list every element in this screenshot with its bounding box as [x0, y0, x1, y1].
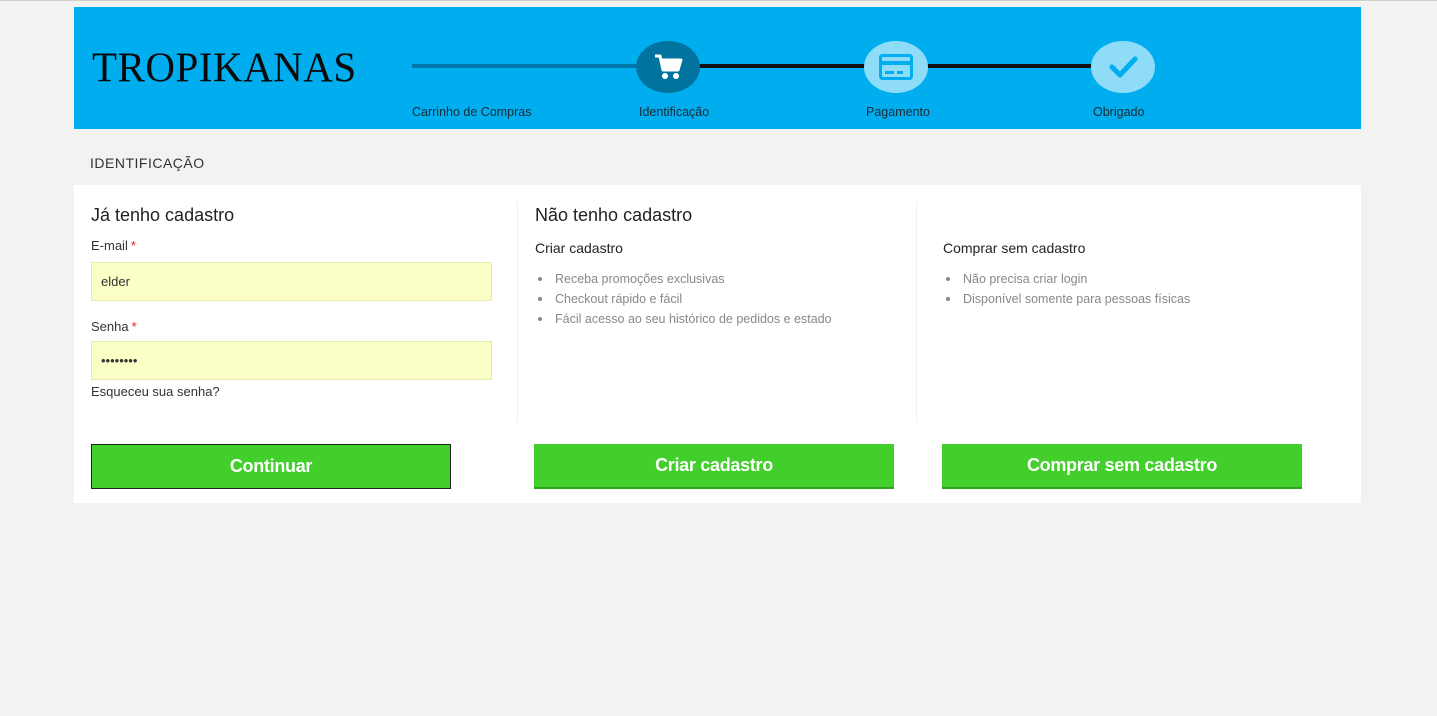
list-item: Receba promoções exclusivas	[535, 269, 832, 289]
step-label-identificacao: Identificação	[639, 105, 710, 119]
password-label-text: Senha	[91, 319, 129, 334]
guest-benefits-list: Não precisa criar login Disponível somen…	[943, 269, 1190, 309]
required-mark: *	[131, 319, 137, 334]
check-icon	[1109, 56, 1138, 78]
guest-checkout-button[interactable]: Comprar sem cadastro	[942, 444, 1302, 489]
password-label: Senha *	[91, 319, 137, 334]
list-item: Fácil acesso ao seu histórico de pedidos…	[535, 309, 832, 329]
email-label-text: E-mail	[91, 238, 128, 253]
create-account-button[interactable]: Criar cadastro	[534, 444, 894, 489]
step-label-pagamento: Pagamento	[866, 105, 930, 119]
required-mark: *	[130, 238, 136, 253]
forgot-password-link[interactable]: Esqueceu sua senha?	[91, 384, 220, 399]
progress-line-pending-1	[696, 64, 868, 68]
credit-card-icon	[879, 54, 913, 80]
progress-line-pending-2	[926, 64, 1096, 68]
step-pagamento-circle	[864, 41, 928, 93]
step-obrigado-circle	[1091, 41, 1155, 93]
register-subtitle: Criar cadastro	[535, 240, 623, 256]
list-item: Não precisa criar login	[943, 269, 1190, 289]
step-identificacao-circle	[636, 41, 700, 93]
column-divider-1	[517, 202, 518, 422]
step-label-carrinho: Carrinho de Compras	[412, 105, 532, 119]
email-field[interactable]	[91, 262, 492, 301]
register-benefits-list: Receba promoções exclusivas Checkout ráp…	[535, 269, 832, 329]
password-field[interactable]	[91, 341, 492, 380]
list-item: Checkout rápido e fácil	[535, 289, 832, 309]
brand-logo[interactable]: TROPIKANAS	[92, 46, 357, 89]
identification-panel: IDENTIFICAÇÃO Já tenho cadastro E-mail * …	[74, 144, 1361, 503]
step-label-obrigado: Obrigado	[1093, 105, 1145, 119]
section-title: IDENTIFICAÇÃO	[74, 144, 1361, 185]
login-title: Já tenho cadastro	[91, 205, 235, 225]
email-label: E-mail *	[91, 238, 136, 253]
cart-icon	[655, 54, 683, 79]
continue-button[interactable]: Continuar	[91, 444, 451, 489]
list-item: Disponível somente para pessoas físicas	[943, 289, 1190, 309]
guest-subtitle: Comprar sem cadastro	[943, 240, 1086, 256]
progress-line-done	[412, 64, 640, 68]
checkout-header: TROPIKANAS Carrinho de Compras Identific…	[74, 7, 1361, 129]
register-title: Não tenho cadastro	[535, 205, 693, 225]
column-divider-2	[916, 202, 917, 422]
